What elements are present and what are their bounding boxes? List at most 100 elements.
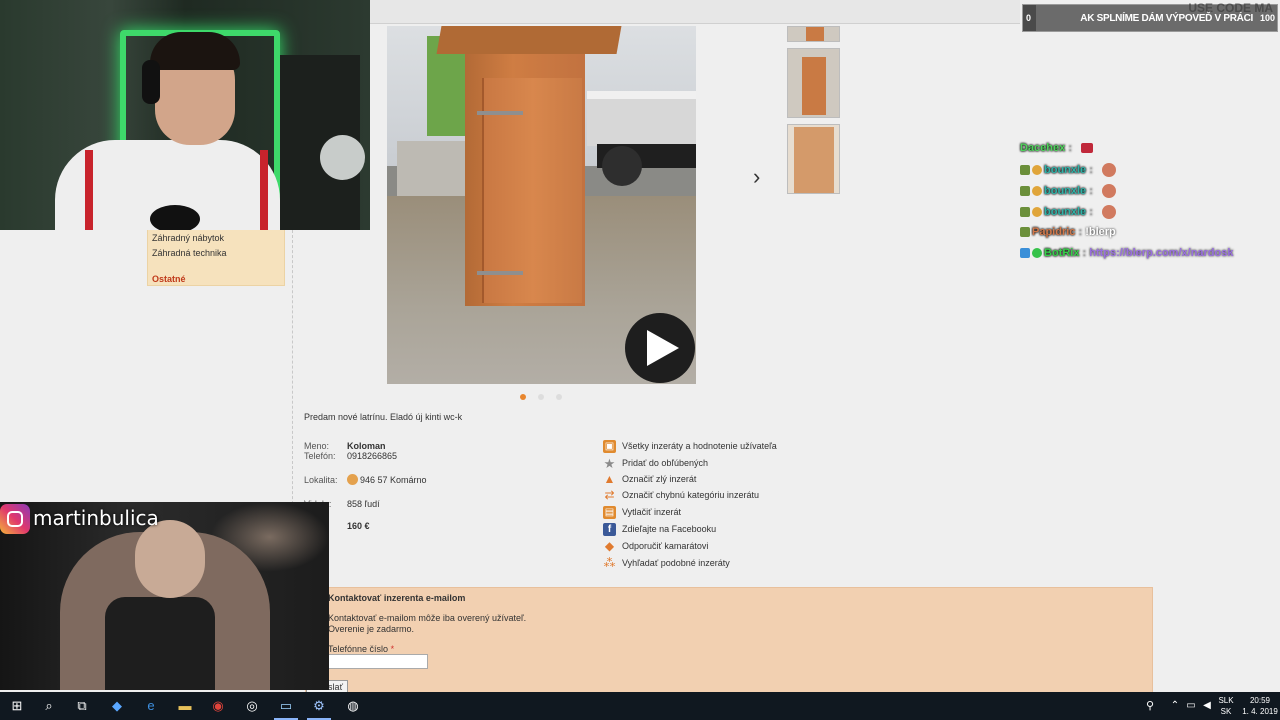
- search-icon[interactable]: ⌕: [40, 697, 58, 715]
- file-explorer-icon[interactable]: ▬: [176, 697, 194, 715]
- seller-phone: 0918266865: [347, 451, 398, 461]
- seller-name-label: Meno:: [304, 441, 330, 451]
- windows-start-icon[interactable]: ⊞: [8, 697, 26, 715]
- slide-dot[interactable]: [556, 394, 562, 400]
- chat-message: BotRix : https://blerp.com/x/nardosk: [1020, 247, 1270, 265]
- language-sub-indicator: SK: [1220, 707, 1232, 716]
- photo-hinge-bottom: [477, 271, 523, 275]
- contact-title: Kontaktovať inzerenta e-mailom: [328, 593, 466, 603]
- chat-username[interactable]: bounxle: [1044, 164, 1086, 176]
- chat-separator: :: [1079, 247, 1090, 259]
- chat-sub-badge-icon: [1032, 165, 1042, 175]
- action-print[interactable]: ▤ Vytlačiť inzerát: [603, 506, 853, 520]
- video-play-button[interactable]: [625, 313, 695, 383]
- obs-icon[interactable]: ◎: [243, 697, 261, 715]
- slide-dot[interactable]: [538, 394, 544, 400]
- chat-message: bounxle :: [1020, 184, 1270, 202]
- gamepad-icon[interactable]: ▭: [277, 697, 295, 715]
- action-add-favorite[interactable]: ★ Pridať do obľúbených: [603, 457, 853, 471]
- goal-progress-bar: USE CODE MA 0 AK SPLNÍME DÁM VÝPOVEĎ V P…: [1022, 1, 1278, 32]
- star-icon: ★: [603, 456, 616, 471]
- chrome-icon[interactable]: ◉: [209, 697, 227, 715]
- chat-separator: :: [1086, 184, 1096, 197]
- chat-username[interactable]: Papidric: [1032, 226, 1075, 238]
- contact-note: Kontaktovať e-mailom môže iba overený už…: [328, 613, 527, 623]
- chat-emote-icon: [1081, 143, 1094, 154]
- app-icon[interactable]: ◆: [108, 697, 126, 715]
- chat-username[interactable]: BotRix: [1044, 247, 1079, 259]
- chat-message-text: https://blerp.com/x/nardosk: [1089, 247, 1234, 259]
- task-view-icon[interactable]: ⧉: [73, 697, 91, 715]
- listing-description: Predam nové latrínu. Eladó új kinti wc-k: [304, 412, 463, 422]
- action-label: Všetky inzeráty a hodnotenie užívateľa: [622, 441, 777, 451]
- warning-icon: ▲: [603, 472, 616, 486]
- chat-badge-icon: [1020, 248, 1030, 259]
- action-label: Vytlačiť inzerát: [622, 507, 682, 517]
- action-label: Vyhľadať podobné inzeráty: [622, 558, 730, 568]
- phone-number-input[interactable]: [328, 654, 428, 669]
- edge-icon[interactable]: e: [142, 697, 160, 715]
- seller-phone-label: Telefón:: [304, 451, 336, 461]
- chat-username[interactable]: bounxle: [1044, 185, 1086, 197]
- slide-dot-active[interactable]: [520, 394, 526, 400]
- similar-icon: ⁂: [603, 556, 616, 570]
- people-icon[interactable]: ⚲: [1141, 697, 1159, 715]
- chat-separator: :: [1086, 205, 1096, 218]
- gallery-thumbnail[interactable]: [787, 48, 840, 118]
- action-label: Pridať do obľúbených: [622, 458, 709, 468]
- sidebar-item-garden-tools[interactable]: Záhradná technika: [152, 248, 227, 258]
- chat-username[interactable]: Dacehex: [1020, 142, 1065, 154]
- seller-name: Koloman: [347, 441, 386, 451]
- thumbnail-image: [794, 127, 834, 193]
- sidebar-item-other[interactable]: Ostatné: [152, 274, 186, 284]
- category-sidebar: Záhradný nábytok Záhradná technika Ostat…: [147, 228, 285, 286]
- obs-studio-icon[interactable]: ◍: [344, 697, 362, 715]
- chat-badge-icon: [1020, 186, 1030, 196]
- chat-separator: :: [1075, 226, 1086, 238]
- slide-indicator: [518, 392, 568, 402]
- location-label: Lokalita:: [304, 475, 338, 485]
- location-pin-icon: [347, 474, 358, 485]
- folder-icon: ▣: [603, 440, 616, 453]
- clock-date: 1. 4. 2019: [1242, 707, 1278, 716]
- action-recommend[interactable]: ◆ Odporučiť kamarátovi: [603, 540, 853, 554]
- action-all-listings[interactable]: ▣ Všetky inzeráty a hodnotenie užívateľa: [603, 440, 853, 454]
- chat-emote-icon: [1101, 184, 1116, 198]
- action-share-facebook[interactable]: f Zdieľajte na Facebooku: [603, 523, 853, 537]
- phone-field-label: Telefónne číslo *: [328, 644, 394, 654]
- phone-field-label-text: Telefónne číslo: [328, 644, 389, 654]
- action-report-listing[interactable]: ▲ Označiť zlý inzerát: [603, 473, 853, 487]
- sidebar-item-garden-furniture[interactable]: Záhradný nábytok: [152, 233, 224, 243]
- clock-time[interactable]: 20:59: [1240, 696, 1280, 705]
- chat-sub-badge-icon: [1032, 207, 1042, 217]
- photo-truck: [587, 91, 696, 146]
- steam-icon[interactable]: ⚙: [310, 697, 328, 715]
- views-value: 858 ľudí: [347, 499, 380, 509]
- chat-message-text: !blerp: [1085, 226, 1116, 238]
- chat-badge-icon: [1020, 227, 1030, 238]
- guest-head: [135, 520, 205, 598]
- action-similar-listings[interactable]: ⁂ Vyhľadať podobné inzeráty: [603, 557, 853, 571]
- chevron-right-icon[interactable]: ›: [753, 166, 760, 188]
- language-indicator[interactable]: SLK: [1216, 696, 1236, 705]
- gallery-thumbnail[interactable]: [787, 124, 840, 194]
- webcam-jersey-stripe: [260, 150, 268, 230]
- action-label: Zdieľajte na Facebooku: [622, 524, 717, 534]
- photo-truck-wheel: [602, 146, 642, 186]
- contact-note-free: Overenie je zadarmo.: [328, 624, 415, 634]
- chat-badge-icon: [1020, 165, 1030, 175]
- contact-form: Kontaktovať inzerenta e-mailom Kontaktov…: [305, 587, 1153, 694]
- webcam-hair: [150, 32, 240, 70]
- chat-emote-icon: [1101, 205, 1116, 219]
- chat-separator: :: [1065, 142, 1076, 154]
- goal-max: 100: [1259, 13, 1275, 23]
- chat-message: Papidric : !blerp: [1020, 226, 1270, 244]
- streamer-webcam: [0, 0, 370, 230]
- chat-emote-icon: [1101, 163, 1116, 177]
- chat-badge-icon: [1020, 207, 1030, 217]
- chat-username[interactable]: bounxle: [1044, 206, 1086, 218]
- swap-icon: ⇄: [604, 488, 615, 502]
- gallery-thumbnail[interactable]: [787, 26, 840, 42]
- action-report-category[interactable]: ⇄ Označiť chybnú kategóriu inzerátu: [603, 489, 853, 503]
- volume-icon[interactable]: ◀: [1198, 697, 1216, 715]
